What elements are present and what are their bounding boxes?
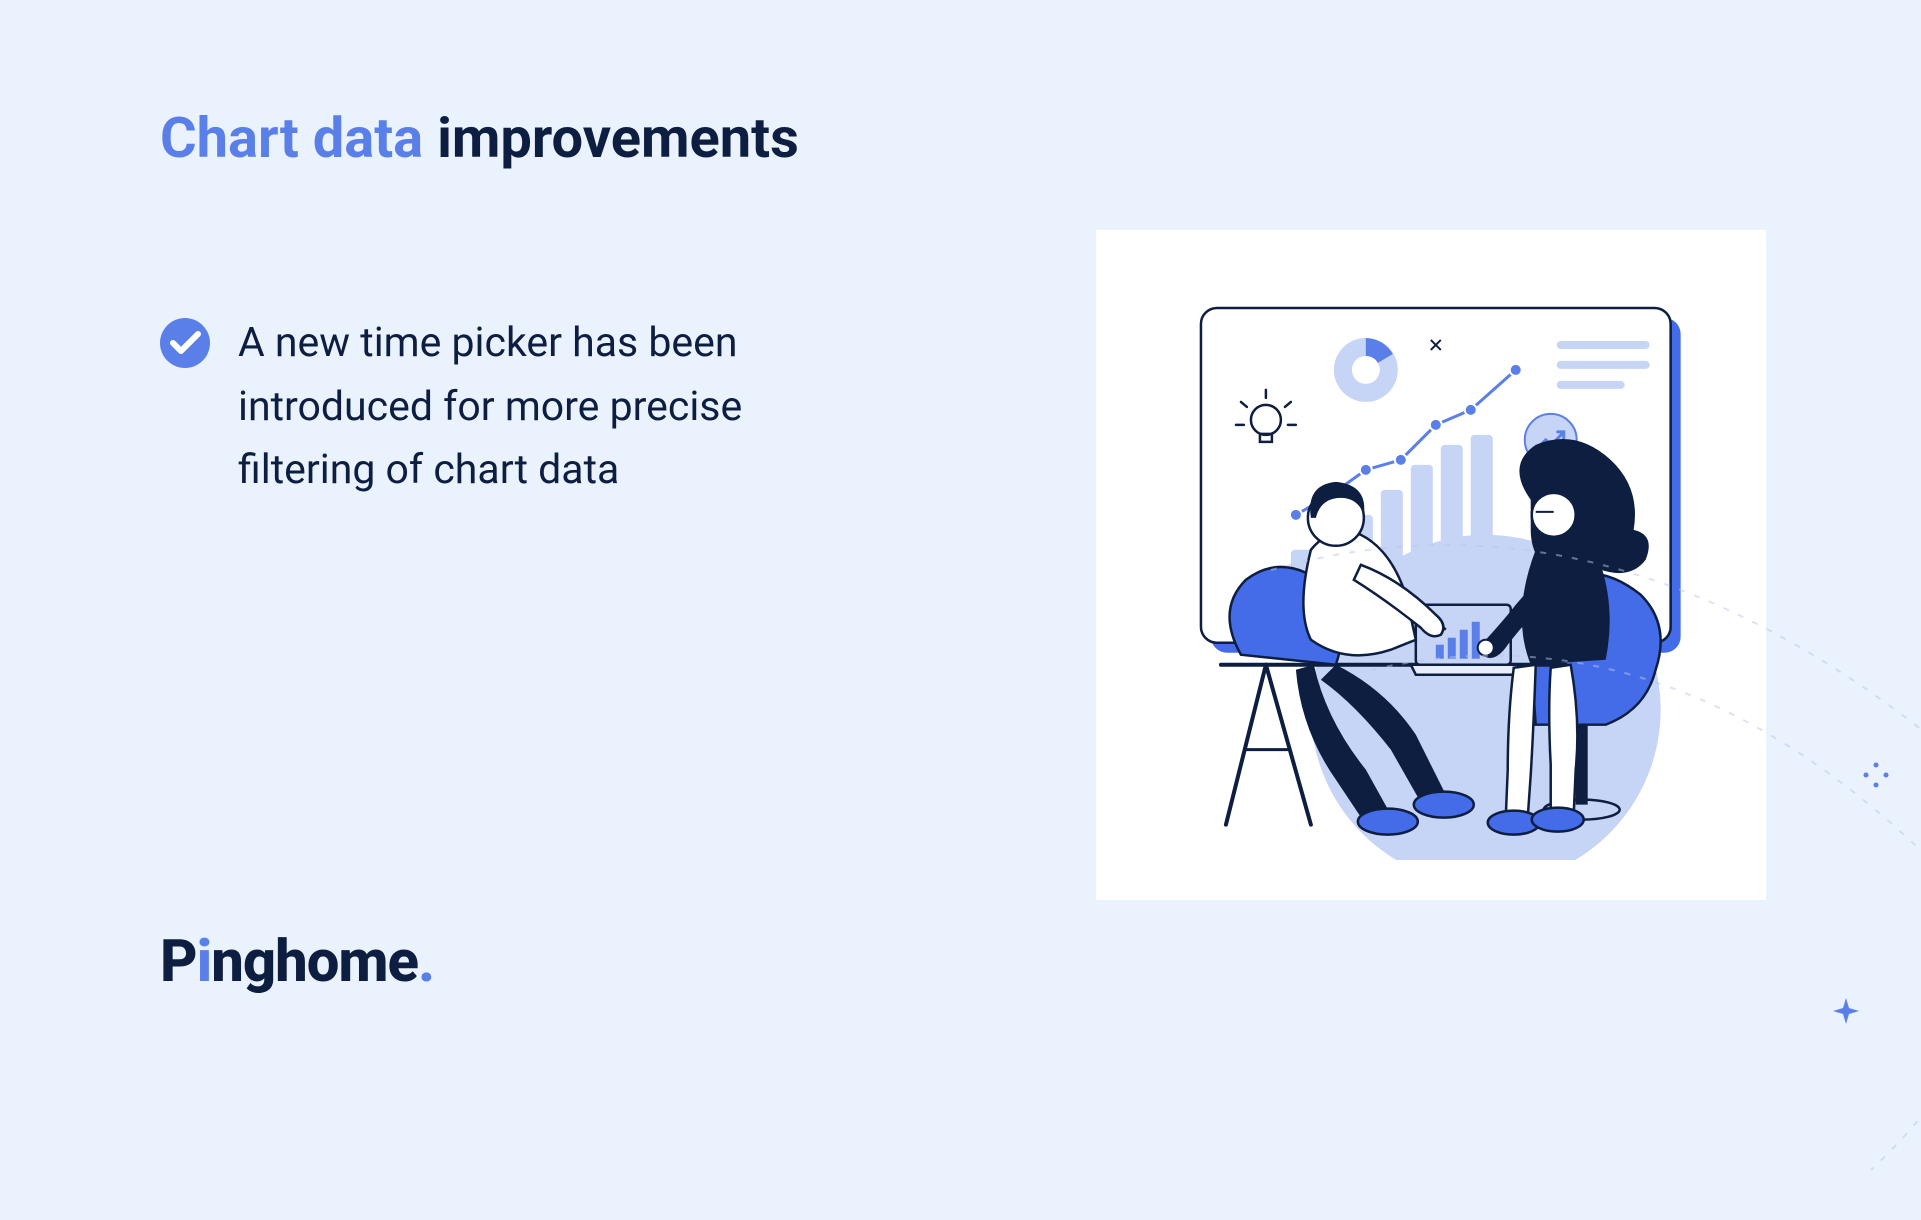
heading-highlight: Chart data (160, 105, 423, 171)
page-heading: Chart data improvements (160, 105, 1761, 172)
illustration-card (1096, 230, 1766, 900)
pinghome-logo: Pinghome. (160, 928, 434, 996)
heading-normal: improvements (437, 105, 799, 171)
check-circle-icon (160, 318, 210, 368)
logo-period: . (418, 928, 434, 996)
plus-dots-icon (1861, 760, 1891, 790)
bullet-text: A new time picker has been introduced fo… (238, 312, 860, 503)
logo-letter-i: i (197, 928, 212, 996)
analytics-illustration-icon (1136, 270, 1726, 860)
sparkle-icon (1831, 996, 1861, 1026)
feature-bullet: A new time picker has been introduced fo… (160, 302, 860, 503)
logo-suffix: nghome (211, 928, 418, 996)
logo-letter-p: P (160, 928, 197, 996)
